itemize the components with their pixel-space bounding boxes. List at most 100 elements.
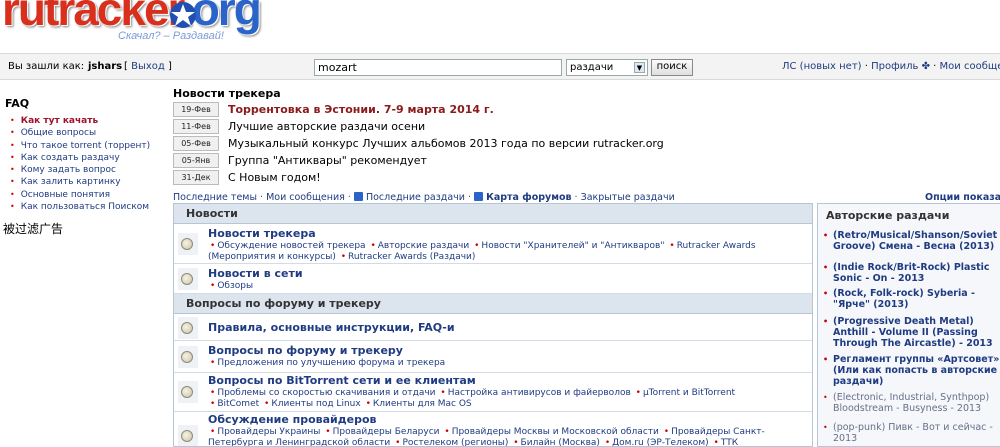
news-date: 11-Фев xyxy=(173,119,219,134)
subforum-link[interactable]: Обсуждение новостей трекера xyxy=(217,241,365,251)
news-link[interactable]: Торрентовка в Эстонии. 7-9 марта 2014 г. xyxy=(228,103,494,116)
subforum-link[interactable]: ТТК xyxy=(721,438,738,446)
faq-link[interactable]: Что такое torrent (торрент) xyxy=(21,141,150,151)
username[interactable]: jshars xyxy=(88,61,122,72)
login-label: Вы зашли как: xyxy=(8,61,85,72)
search-scope-select[interactable]: раздачи ▼ xyxy=(566,59,648,76)
bullet-icon: • xyxy=(823,423,828,432)
search-input[interactable]: mozart xyxy=(314,59,562,76)
faq-link[interactable]: Как пользоваться Поиском xyxy=(21,202,149,212)
category-questions[interactable]: Вопросы по форуму и трекеру xyxy=(174,294,812,314)
subforum-link[interactable]: Новости "Хранителей" и "Антикваров" xyxy=(481,241,664,251)
release-item[interactable]: • (Electronic, Industrial, Synthpop) Bloo… xyxy=(823,392,1000,414)
quick-links-bar: Последние темы · Мои сообщения · Последн… xyxy=(173,192,675,203)
subforum-link[interactable]: Билайн (Москва) xyxy=(521,438,600,446)
latest-topics-link[interactable]: Последние темы xyxy=(173,192,257,203)
latest-releases-link[interactable]: Последние раздачи xyxy=(366,192,465,203)
release-item[interactable]: • (Indie Rock/Brit-Rock) Plastic Sonic - … xyxy=(823,262,1000,284)
faq-link[interactable]: Кому задать вопрос xyxy=(21,165,116,175)
logout-wrap: [ Выход ] xyxy=(124,61,172,72)
forum-title[interactable]: Новости в сети xyxy=(208,267,303,280)
faq-item: • Основные понятия xyxy=(10,190,150,202)
my-messages-link-2[interactable]: Мои сообщения xyxy=(266,192,345,203)
release-item[interactable]: • Регламент группы «Артсовет» (Или как по… xyxy=(823,354,1000,387)
subforum-list: • Провайдеры Украины • Провайдеры Беларуси… xyxy=(208,427,765,447)
release-item[interactable]: • (Rock, Folk-rock) Syberia - "Ярче" (201… xyxy=(823,288,1000,310)
subforum-link[interactable]: Клиенты под Linux xyxy=(271,399,360,409)
forum-row: Новости в сети • Обзоры xyxy=(174,265,812,294)
release-item[interactable]: • (pop-punk) Пивк - Вот и сейчас - 2013 xyxy=(823,422,1000,444)
faq-link[interactable]: Как залить картинку xyxy=(21,177,121,187)
forum-icon xyxy=(178,346,198,368)
bullet-icon: • xyxy=(823,289,829,298)
faq-item: • Как создать раздачу xyxy=(10,153,150,165)
news-link[interactable]: С Новым годом! xyxy=(228,171,321,184)
subforum-list: • Проблемы со скоростью скачивания и отда… xyxy=(210,388,736,409)
forum-row: Вопросы по BitTorrent сети и ее клиентам… xyxy=(174,374,812,412)
subforum-link[interactable]: Авторские раздачи xyxy=(378,241,469,251)
subforum-link[interactable]: Настройка антивирусов и файерволов xyxy=(448,388,631,398)
forum-title[interactable]: Новости трекера xyxy=(208,227,316,240)
bullet-icon: • xyxy=(10,202,15,212)
subforum-link[interactable]: µTorrent и xyxy=(643,388,689,398)
news-link[interactable]: Музыкальный конкурс Лучших альбомов 2013… xyxy=(228,137,664,150)
faq-link[interactable]: Как тут качать xyxy=(21,116,98,126)
forum-icon xyxy=(178,425,198,446)
bullet-icon: • xyxy=(823,393,828,402)
subforum-link[interactable]: BitTorrent xyxy=(692,388,736,398)
subforum-link[interactable]: Rutracker Awards xyxy=(677,241,756,251)
faq-link[interactable]: Основные понятия xyxy=(21,190,110,200)
forum-title[interactable]: Обсуждение провайдеров xyxy=(208,413,376,426)
subforum-link[interactable]: Ростелеком (регионы) xyxy=(402,438,508,446)
profile-link[interactable]: Профиль xyxy=(871,61,918,72)
pm-link[interactable]: ЛС (новых нет) xyxy=(782,61,862,72)
release-item[interactable]: • (Retro/Musical/Shanson/Soviet Groove) С… xyxy=(823,230,1000,252)
filtered-ad-text: 被过滤广告 xyxy=(3,222,64,236)
forum-icon xyxy=(178,317,198,339)
logout-link[interactable]: Выход xyxy=(131,61,165,72)
subforum-link[interactable]: BitComet xyxy=(217,399,259,409)
subforum-link[interactable]: Провайдеры Украины xyxy=(217,427,320,437)
my-messages-link[interactable]: Мои сообщения xyxy=(940,61,1000,72)
news-date: 19-Фев xyxy=(173,102,219,117)
search-scope-value: раздачи xyxy=(570,62,614,73)
bullet-icon: • xyxy=(10,116,15,125)
forum-icon xyxy=(178,233,198,255)
subforum-link[interactable]: Провайдеры Москвы и Московской области xyxy=(452,427,659,437)
forum-title[interactable]: Вопросы по BitTorrent сети и ее клиентам xyxy=(208,374,476,387)
site-logo[interactable]: rutracker.org Скачал? – Раздавай! xyxy=(0,0,268,44)
category-news[interactable]: Новости xyxy=(174,204,812,224)
subforum-link[interactable]: Предложения по улучшению форума и трекер… xyxy=(217,358,445,368)
bullet-icon: • xyxy=(823,317,829,326)
forum-icon xyxy=(178,381,198,403)
forum-title[interactable]: Правила, основные инструкции, FAQ-и xyxy=(208,321,455,334)
forum-row: Новости трекера • Обсуждение новостей тре… xyxy=(174,225,812,264)
news-link[interactable]: Лучшие авторские раздачи осени xyxy=(228,120,425,133)
subforum-link[interactable]: Rutracker Awards (Раздачи) xyxy=(348,252,475,262)
forum-map-link[interactable]: Карта форумов xyxy=(486,192,571,203)
subforum-list: • Обсуждение новостей трекера • Авторские … xyxy=(208,241,756,262)
faq-link[interactable]: Как создать раздачу xyxy=(21,153,120,163)
subforum-link[interactable]: Петербурга и Ленинградской области xyxy=(208,438,390,446)
subforum-link[interactable]: Провайдеры Беларуси xyxy=(333,427,440,437)
search-button[interactable]: поиск xyxy=(651,59,693,76)
forum-row: Правила, основные инструкции, FAQ-и xyxy=(174,315,812,341)
forum-title[interactable]: Вопросы по форуму и трекеру xyxy=(208,344,403,357)
release-item[interactable]: • (Progressive Death Metal) Anthill - Vol… xyxy=(823,316,1000,349)
subforum-link[interactable]: (Мероприятия и конкурсы) xyxy=(208,252,336,262)
subforum-link[interactable]: Провайдеры Санкт- xyxy=(671,427,765,437)
display-options-link[interactable]: Опции показа xyxy=(925,192,1000,203)
subforum-link[interactable]: Клиенты для Mac OS xyxy=(373,399,472,409)
subforum-link[interactable]: Обзоры xyxy=(217,281,253,291)
bullet-icon: • xyxy=(10,165,15,175)
subforum-link[interactable]: Дом.ru (ЭР-Телеком) xyxy=(612,438,709,446)
rss-icon xyxy=(353,192,363,201)
news-date: 05-Фев xyxy=(173,136,219,151)
forum-row: Обсуждение провайдеров • Провайдеры Украи… xyxy=(174,413,812,447)
news-title: Новости трекера xyxy=(173,87,281,100)
rss-icon xyxy=(474,192,484,201)
news-link[interactable]: Группа "Антиквары" рекомендует xyxy=(228,154,427,167)
subforum-link[interactable]: Проблемы со скоростью скачивания и отдач… xyxy=(217,388,435,398)
closed-releases-link[interactable]: Закрытые раздачи xyxy=(581,192,675,203)
faq-link[interactable]: Общие вопросы xyxy=(21,128,96,138)
